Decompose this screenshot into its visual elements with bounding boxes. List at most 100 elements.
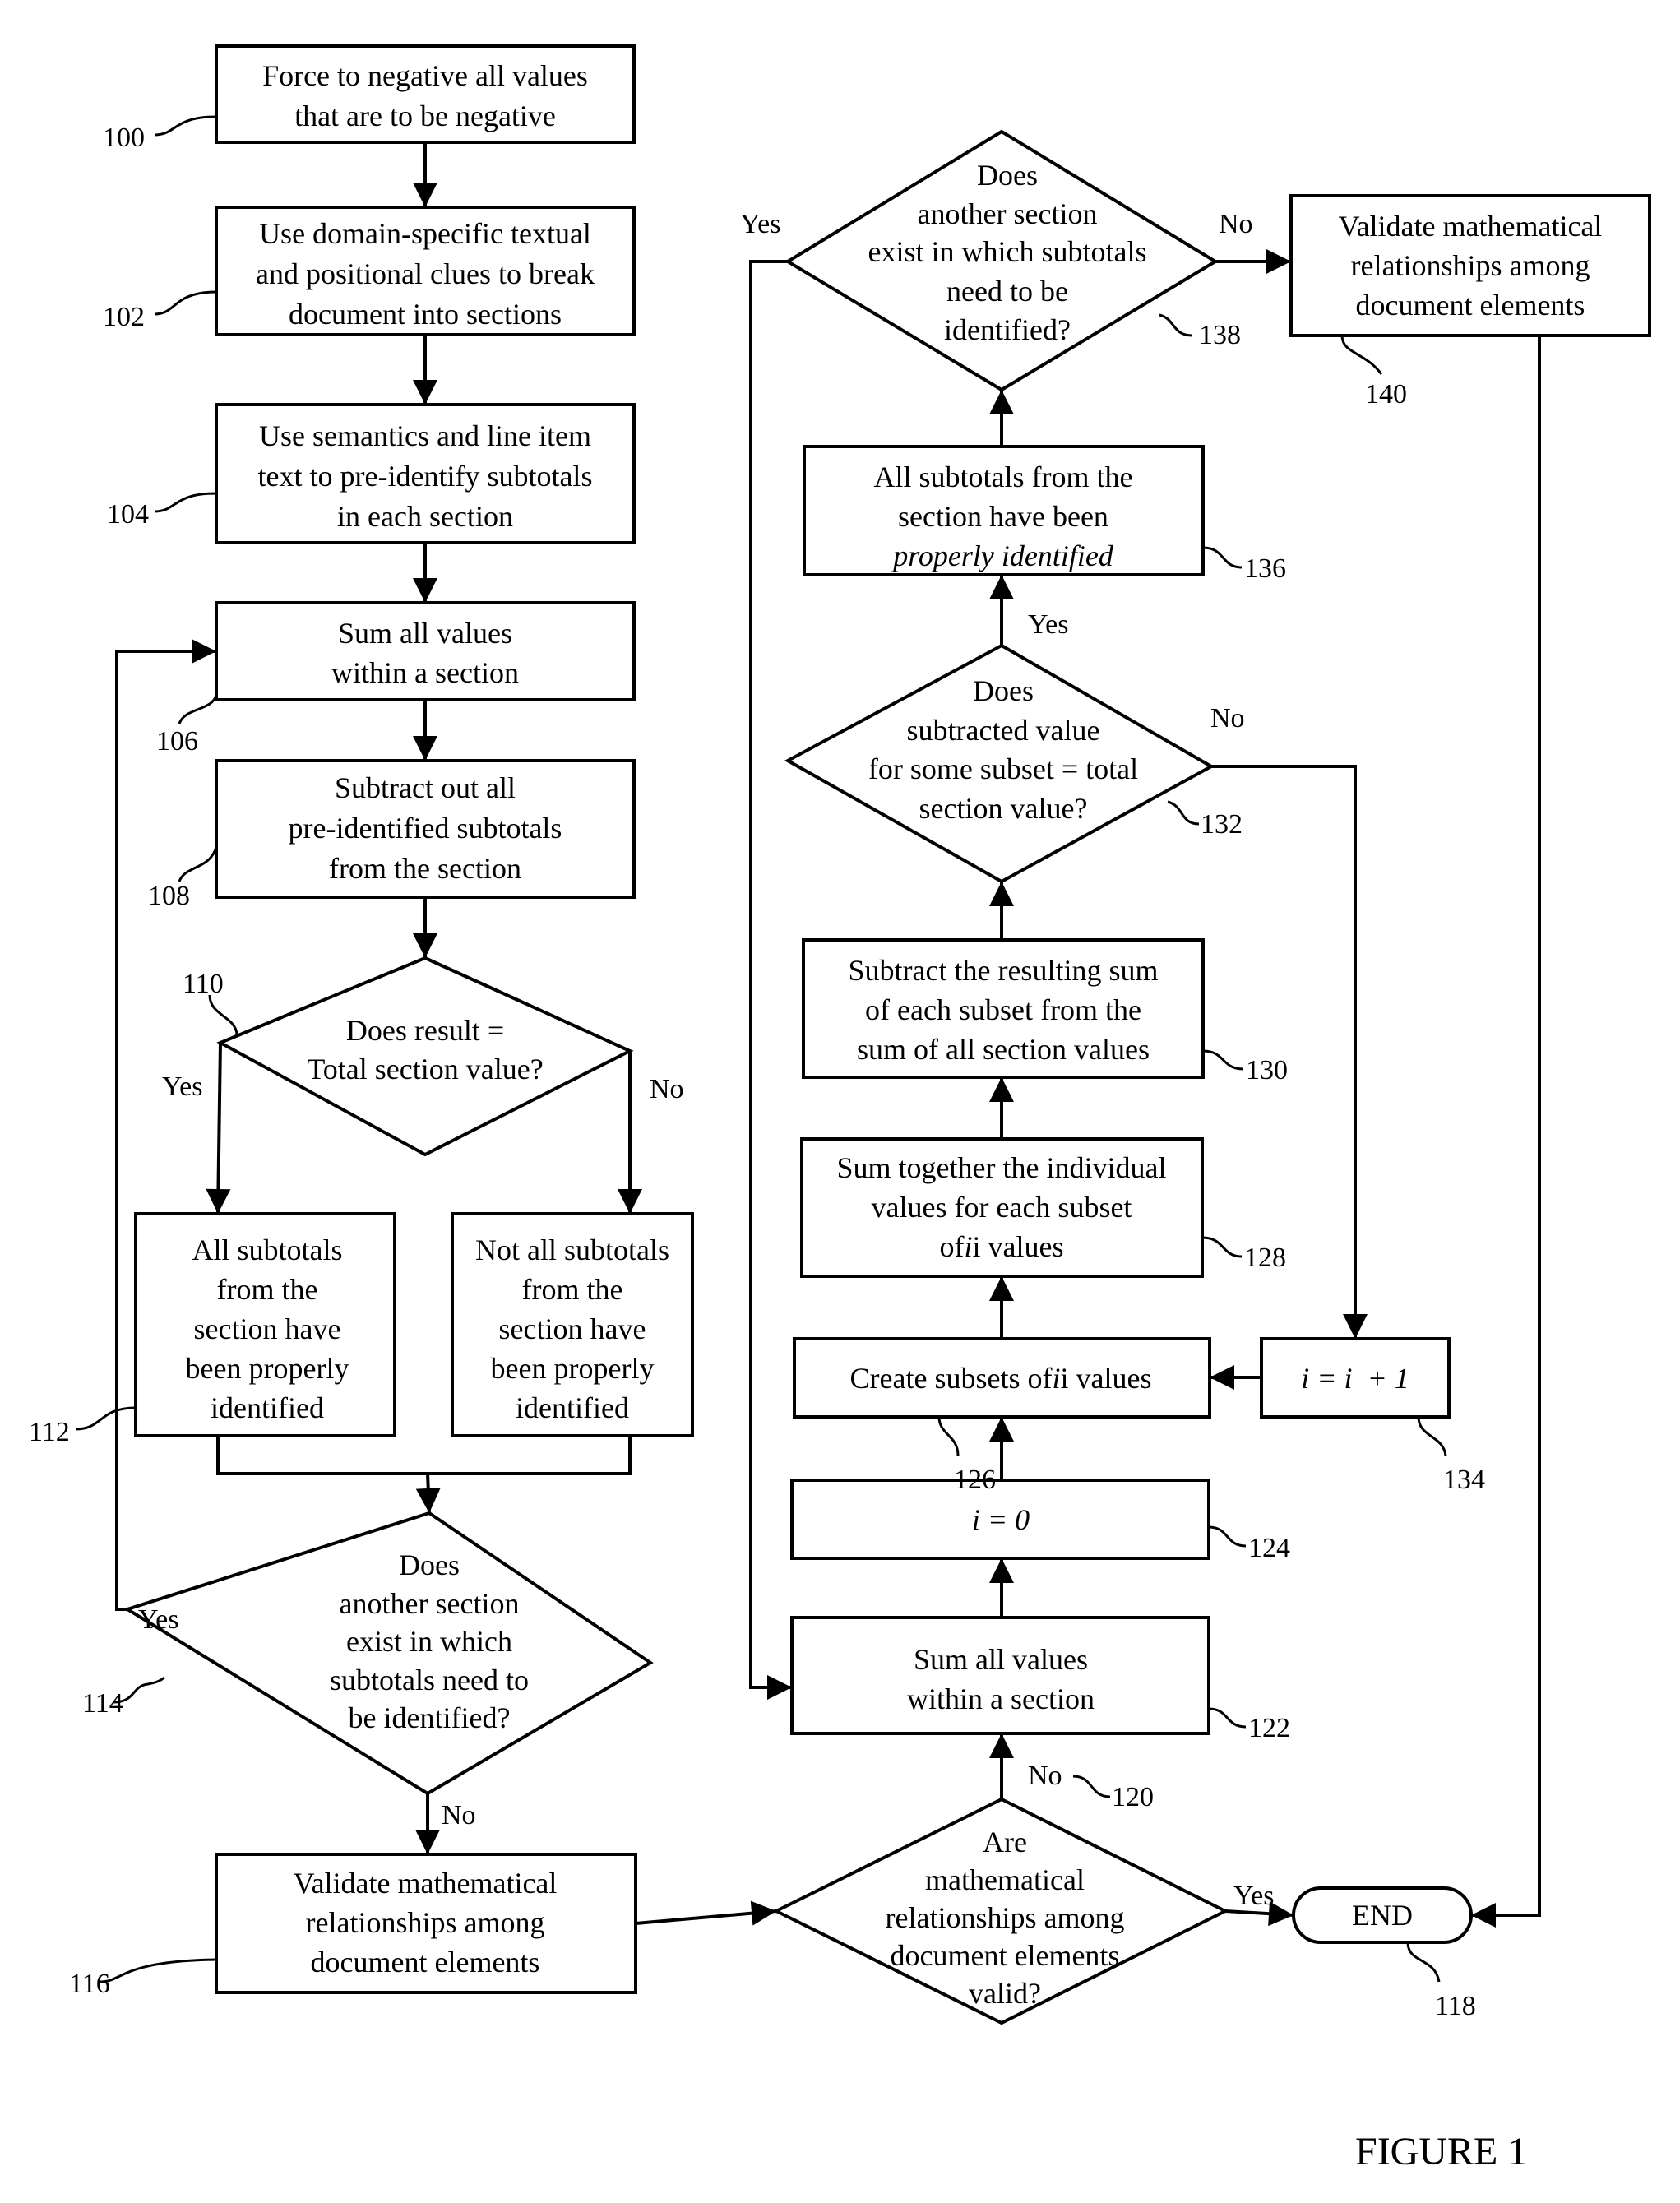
branch-label-138-no: No [1219,209,1253,239]
edge-108-110-arrowhead-icon [413,933,437,958]
node-114-line-1: Does [399,1548,460,1581]
node-130-line-2: of each subset from the [865,993,1141,1026]
branch-label-120-yes: Yes [1233,1881,1274,1911]
decision-node-138-content: Does another section exist in which subt… [784,129,1219,392]
node-110-line-2: Total section value? [307,1053,543,1085]
node-128-line-2: values for each subset [872,1191,1132,1224]
node-120-line-3: relationships among [886,1901,1125,1934]
ref-leader-102 [154,290,217,316]
ref-leader-140 [1340,335,1383,375]
ref-leader-110 [208,994,238,1034]
node-112b-line-1: Not all subtotals [475,1233,669,1266]
process-node-122: Sum all values within a section [790,1616,1210,1735]
node-120-line-1: Are [983,1826,1027,1858]
flowchart: Force to negative all values that are to… [29,44,1651,2173]
node-110-line-1: Does result = [346,1014,504,1047]
text-segment: i values [973,1230,1064,1263]
node-112b-line-4: been properly [491,1352,655,1385]
node-138-line-5: identified? [944,313,1071,346]
ref-leader-126 [937,1416,960,1456]
node-112-line-2: from the [217,1273,318,1306]
node-114-line-2: another section [340,1587,520,1620]
node-112-line-3: section have [194,1312,341,1345]
ref-leader-104 [154,492,217,513]
ref-leader-122 [1208,1707,1247,1729]
process-node-112: All subtotals from the section have been… [134,1212,396,1437]
ref-leader-118 [1406,1942,1441,1983]
node-112-line-5: identified [211,1391,324,1424]
figure-title: FIGURE 1 [1355,2130,1527,2173]
ref-label-114: 114 [82,1688,123,1719]
edge-132-134-no-arrowhead-icon [1343,1314,1368,1339]
node-102-line-2: and positional clues to break [256,257,595,290]
branch-label-132-no: No [1210,703,1245,734]
branch-label-110-no: No [650,1074,684,1104]
node-124-label: i = 0 [972,1503,1030,1536]
edge-130-132-arrowhead-icon [989,882,1014,906]
terminator-node-118: END [1292,1886,1473,1944]
ref-label-112: 112 [29,1417,70,1447]
node-114-line-3: exist in which [346,1625,512,1658]
node-126-label: Create subsets ofii values [850,1362,1152,1395]
process-node-136: All subtotals from the section have been… [803,445,1205,576]
edge-138-122-yes [749,260,792,1689]
node-120-line-2: mathematical [925,1863,1085,1896]
ref-label-116: 116 [69,1969,110,1999]
process-node-100: Force to negative all values that are to… [215,44,636,144]
node-116-line-3: document elements [311,1946,540,1979]
process-node-102: Use domain-specific textual and position… [215,206,636,336]
branch-label-110-yes: Yes [162,1071,202,1102]
ref-label-128: 128 [1244,1243,1286,1273]
ref-leader-138 [1159,313,1193,337]
node-108-line-1: Subtract out all [335,771,516,804]
node-140-line-3: document elements [1356,289,1585,322]
ref-leader-130 [1202,1049,1244,1071]
node-112b-line-3: section have [499,1312,646,1345]
node-138-line-1: Does [977,159,1038,192]
edge-114-116-no-arrowhead-icon [415,1830,440,1854]
process-node-130: Subtract the resulting sum of each subse… [802,938,1205,1079]
node-138-line-3: exist in which subtotals [868,235,1147,268]
node-114-line-5: be identified? [349,1701,511,1734]
node-106-line-1: Sum all values [338,617,512,650]
node-102-line-1: Use domain-specific textual [259,217,591,250]
node-136-line-3: properly identified [891,539,1114,572]
node-134-label: i = i + 1 [1301,1362,1409,1395]
ref-leader-124 [1208,1525,1247,1548]
ref-leader-112 [75,1406,137,1431]
edge-128-130-arrowhead-icon [989,1077,1014,1102]
edge-106-108-arrowhead-icon [413,736,437,761]
ref-leader-100 [154,115,217,137]
edge-114-106-yes-arrowhead-icon [192,639,216,664]
ref-leader-136 [1202,546,1243,569]
node-100-line-2: that are to be negative [294,100,556,132]
branch-label-138-yes: Yes [740,209,780,239]
node-136-line-2: section have been [898,500,1108,533]
branch-label-132-yes: Yes [1028,609,1068,640]
edge-138-140-no-arrowhead-icon [1266,249,1291,274]
ref-label-110: 110 [183,969,224,999]
node-132-line-1: Does [973,674,1034,707]
edge-110-112-yes [216,1042,222,1215]
decision-node-114: Does another section exist in which subt… [123,1511,654,1796]
edge-112-merge [216,1436,632,1475]
text-segment: of [940,1230,965,1263]
ref-label-120: 120 [1112,1782,1154,1812]
branch-label-114-yes: Yes [138,1604,178,1635]
decision-node-110: Does result = Total section value? [216,956,634,1157]
edge-120-118-yes-arrowhead-icon [1268,1901,1294,1927]
node-114-line-4: subtotals need to [330,1664,529,1696]
node-130-line-1: Subtract the resulting sum [849,954,1159,987]
node-104-line-2: text to pre-identify subtotals [258,460,593,493]
variable-i: i [965,1230,973,1263]
node-112b-line-2: from the [522,1273,623,1306]
process-node-126: Create subsets ofii values [793,1337,1211,1419]
ref-label-132: 132 [1201,809,1243,840]
edge-116-120-arrowhead-icon [750,1900,776,1926]
node-130-line-3: sum of all section values [857,1033,1150,1066]
ref-leader-106 [178,694,218,724]
node-116-line-2: relationships among [306,1906,545,1939]
ref-label-124: 124 [1248,1533,1290,1563]
edge-merge-114-arrowhead-icon [415,1488,441,1513]
node-140-line-1: Validate mathematical [1339,210,1603,243]
